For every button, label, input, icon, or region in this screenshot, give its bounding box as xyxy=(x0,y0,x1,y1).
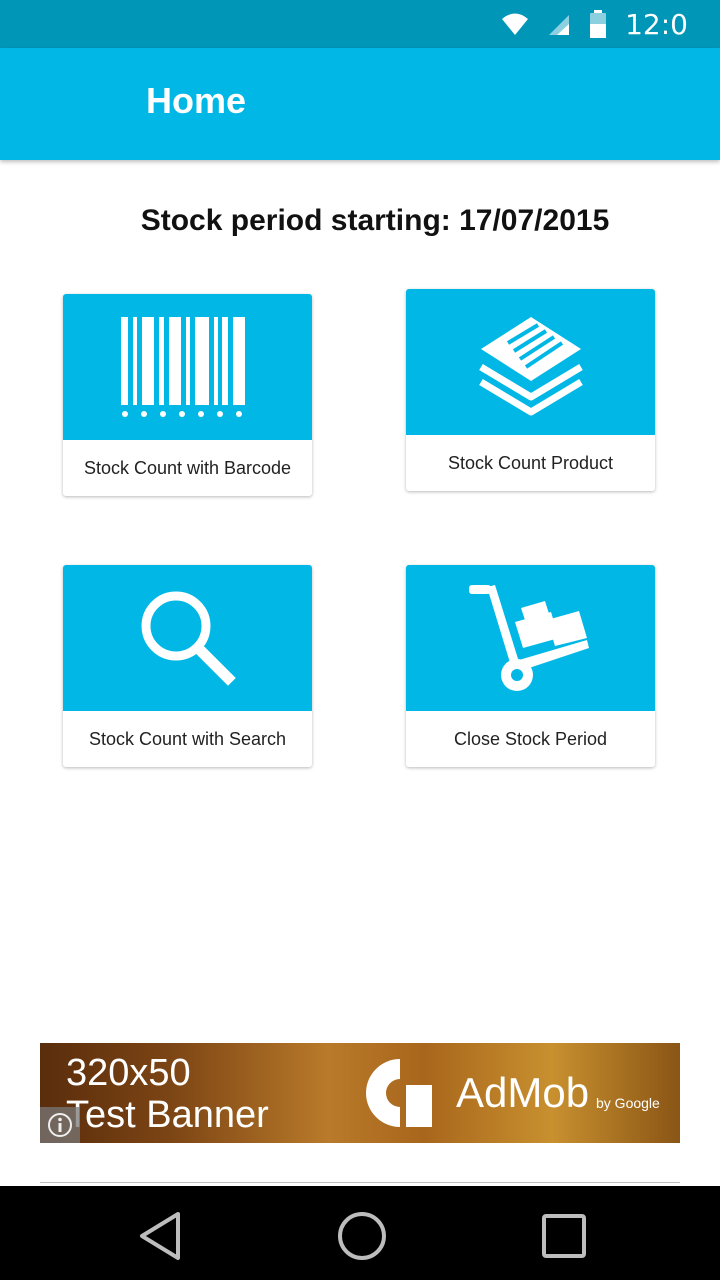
back-button[interactable] xyxy=(132,1208,188,1264)
page-title: Home xyxy=(146,80,247,121)
layers-icon xyxy=(478,317,583,416)
recents-button[interactable] xyxy=(536,1208,592,1264)
ad-size-text: 320x50 xyxy=(66,1052,191,1094)
ad-by-google-text: by Google xyxy=(596,1095,660,1111)
stock-count-search-button[interactable]: Stock Count with Search xyxy=(63,565,312,767)
barcode-icon xyxy=(120,317,245,417)
app-bar: Home xyxy=(0,48,720,160)
system-navigation-bar xyxy=(0,1186,720,1280)
stock-period-label: Stock period starting: 17/07/2015 xyxy=(140,204,610,237)
battery-icon xyxy=(590,10,607,38)
status-bar: 12:0 xyxy=(0,0,720,48)
admob-brand-text: AdMob xyxy=(456,1069,590,1116)
ad-info-icon[interactable] xyxy=(40,1107,80,1143)
tile-label: Stock Count with Barcode xyxy=(83,457,292,478)
hand-truck-icon xyxy=(468,585,589,691)
stock-count-barcode-button[interactable]: Stock Count with Barcode xyxy=(63,294,312,496)
close-stock-period-button[interactable]: Close Stock Period xyxy=(406,565,655,767)
tile-label: Stock Count Product xyxy=(447,452,614,473)
admob-logo-icon xyxy=(366,1059,432,1127)
tile-label: Stock Count with Search xyxy=(88,728,287,749)
search-icon xyxy=(141,591,236,686)
recents-icon xyxy=(542,1214,586,1258)
home-icon xyxy=(338,1212,386,1260)
ad-banner[interactable]: 320x50 Test Banner AdMob by Google xyxy=(40,1043,680,1143)
home-button[interactable] xyxy=(334,1208,390,1264)
wifi-icon xyxy=(502,13,529,35)
status-time: 12:0 xyxy=(625,7,688,41)
stock-count-product-button[interactable]: Stock Count Product xyxy=(406,289,655,491)
tile-label: Close Stock Period xyxy=(453,728,608,749)
back-icon xyxy=(140,1212,180,1260)
cellular-signal-icon xyxy=(549,15,570,35)
divider xyxy=(40,1182,680,1183)
ad-banner-text: Test Banner xyxy=(66,1094,269,1136)
